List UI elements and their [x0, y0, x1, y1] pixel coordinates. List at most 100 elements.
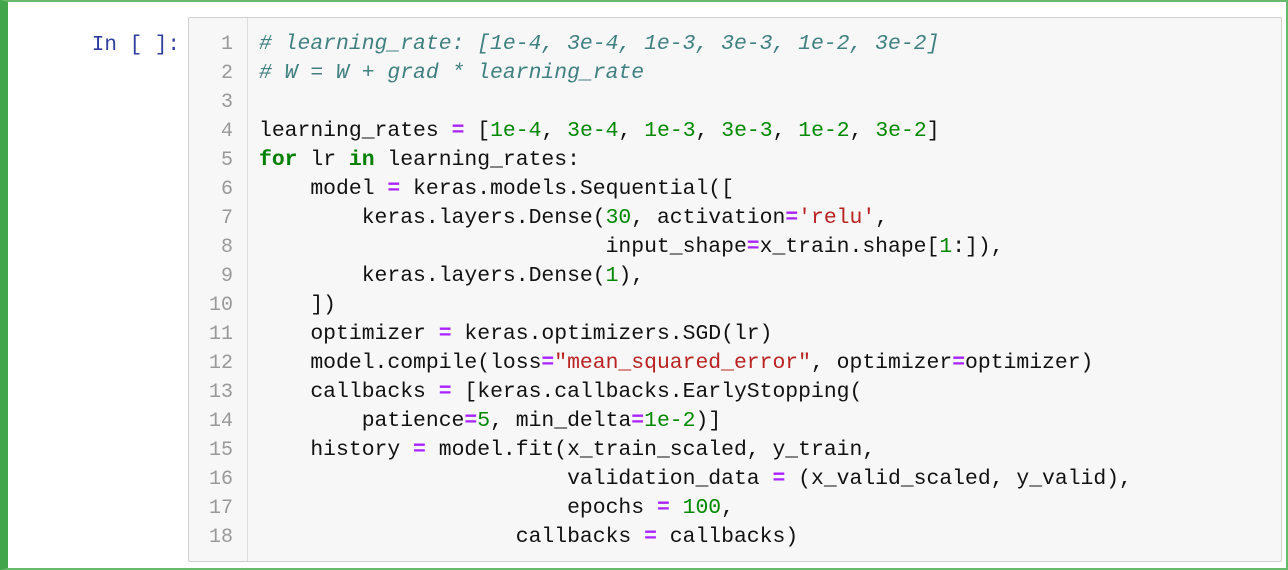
- code-token-plain: learning_rates: [259, 119, 452, 143]
- code-token-plain: :]),: [952, 235, 1004, 259]
- code-token-plain: keras.optimizers.SGD(lr): [451, 322, 773, 346]
- code-text[interactable]: # learning_rate: [1e-4, 3e-4, 1e-3, 3e-3…: [259, 30, 1281, 552]
- code-token-plain: keras.layers.Dense(: [259, 264, 606, 288]
- code-line[interactable]: callbacks = [keras.callbacks.EarlyStoppi…: [259, 378, 1281, 407]
- code-token-op: =: [451, 119, 465, 143]
- code-token-plain: , min_delta: [490, 409, 632, 433]
- code-token-plain: ,: [695, 119, 722, 143]
- code-line[interactable]: learning_rates = [1e-4, 3e-4, 1e-3, 3e-3…: [259, 117, 1281, 146]
- code-token-plain: ,: [849, 119, 876, 143]
- code-token-number: 1e-4: [490, 119, 542, 143]
- code-line[interactable]: for lr in learning_rates:: [259, 146, 1281, 175]
- code-token-op: =: [631, 409, 645, 433]
- code-token-op: =: [772, 467, 786, 491]
- code-token-plain: model.fit(x_train_scaled, y_train,: [425, 438, 876, 462]
- code-token-op: =: [644, 525, 657, 549]
- code-token-number: 3e-2: [875, 119, 927, 143]
- code-token-number: 1: [939, 235, 953, 259]
- code-token-string: "mean_squared_error": [554, 351, 811, 375]
- code-line[interactable]: callbacks = callbacks): [259, 523, 1281, 552]
- line-number: 8: [220, 236, 233, 259]
- code-line[interactable]: model = keras.models.Sequential([: [259, 175, 1281, 204]
- code-token-plain: callbacks: [259, 525, 645, 549]
- line-number: 7: [220, 207, 233, 230]
- code-token-op: =: [413, 438, 426, 462]
- code-token-plain: input_shape: [259, 235, 747, 259]
- code-line[interactable]: # W = W + grad * learning_rate: [259, 59, 1281, 88]
- code-token-plain: x_train.shape[: [759, 235, 940, 259]
- code-token-plain: , activation: [631, 206, 786, 230]
- code-token-plain: keras.models.Sequential([: [400, 177, 734, 201]
- line-number: 5: [220, 149, 233, 172]
- code-token-plain: (x_valid_scaled, y_valid),: [785, 467, 1132, 491]
- code-token-keyword: for: [259, 148, 298, 172]
- code-line[interactable]: keras.layers.Dense(30, activation='relu'…: [259, 204, 1281, 233]
- code-line[interactable]: patience=5, min_delta=1e-2)]: [259, 407, 1281, 436]
- line-number: 14: [208, 410, 233, 433]
- line-number: 18: [208, 526, 233, 549]
- code-token-plain: patience: [259, 409, 465, 433]
- code-token-plain: ,: [772, 119, 799, 143]
- code-token-number: 3e-3: [721, 119, 773, 143]
- code-token-plain: keras.layers.Dense(: [259, 206, 606, 230]
- code-token-plain: optimizer): [965, 351, 1094, 375]
- line-number-gutter: 1 2 3 4 5 6 7 8 9 10 11 12 13 14 15 16 17 18: [189, 18, 248, 561]
- code-token-number: 100: [682, 496, 722, 520]
- code-token-plain: validation_data: [259, 467, 773, 491]
- code-token-op: =: [438, 322, 452, 346]
- line-number: 12: [208, 352, 233, 375]
- line-number: 9: [220, 265, 233, 288]
- code-token-number: 1e-2: [798, 119, 850, 143]
- line-number: 6: [220, 178, 233, 201]
- line-number: 2: [220, 62, 233, 85]
- code-token-op: =: [785, 206, 799, 230]
- code-token-plain: ,: [541, 119, 568, 143]
- line-numbers: 1 2 3 4 5 6 7 8 9 10 11 12 13 14 15 16 17 18: [189, 30, 233, 552]
- code-token-plain: ,: [618, 119, 645, 143]
- code-token-plain: ,: [721, 496, 734, 520]
- code-cell[interactable]: In [ ]: 1 2 3 4 5 6 7 8 9 10 11 12 13 14 15 16 17 18 # le…: [0, 0, 1288, 570]
- code-token-op: =: [746, 235, 760, 259]
- code-token-plain: [: [464, 119, 491, 143]
- line-number: 3: [220, 91, 233, 114]
- code-line[interactable]: model.compile(loss="mean_squared_error",…: [259, 349, 1281, 378]
- code-token-plain: model.compile(loss: [259, 351, 542, 375]
- code-line[interactable]: optimizer = keras.optimizers.SGD(lr): [259, 320, 1281, 349]
- code-token-plain: lr: [297, 148, 349, 172]
- code-token-plain: callbacks: [259, 380, 439, 404]
- code-token-plain: , optimizer: [810, 351, 953, 375]
- code-token-plain: epochs: [259, 496, 657, 520]
- code-token-plain: ),: [618, 264, 645, 288]
- line-number: 16: [208, 468, 233, 491]
- code-token-comment: # learning_rate: [1e-4, 3e-4, 1e-3, 3e-3…: [259, 32, 940, 56]
- code-line[interactable]: # learning_rate: [1e-4, 3e-4, 1e-3, 3e-3…: [259, 30, 1281, 59]
- code-token-plain: ]: [926, 119, 940, 143]
- code-line[interactable]: ​: [259, 88, 1281, 117]
- line-number: 1: [220, 33, 233, 56]
- code-line[interactable]: validation_data = (x_valid_scaled, y_val…: [259, 465, 1281, 494]
- code-line[interactable]: ]): [259, 291, 1281, 320]
- code-token-plain: [keras.callbacks.EarlyStopping(: [451, 380, 863, 404]
- code-token-plain: callbacks): [656, 525, 799, 549]
- code-token-plain: ,: [875, 206, 889, 230]
- code-line[interactable]: keras.layers.Dense(1),: [259, 262, 1281, 291]
- code-token-comment: # W = W + grad * learning_rate: [259, 61, 645, 85]
- notebook-page: In [ ]: 1 2 3 4 5 6 7 8 9 10 11 12 13 14 15 16 17 18 # le…: [0, 0, 1288, 570]
- code-token-plain: )]: [695, 409, 722, 433]
- code-token-op: =: [387, 177, 401, 201]
- code-token-op: =: [464, 409, 478, 433]
- code-line[interactable]: epochs = 100,: [259, 494, 1281, 523]
- code-editor[interactable]: 1 2 3 4 5 6 7 8 9 10 11 12 13 14 15 16 17 18 # learning_r…: [188, 17, 1282, 562]
- code-line[interactable]: input_shape=x_train.shape[1:]),: [259, 233, 1281, 262]
- code-token-plain: learning_rates:: [374, 148, 580, 172]
- line-number: 15: [208, 439, 233, 462]
- line-number: 13: [208, 381, 233, 404]
- line-number: 11: [208, 323, 233, 346]
- code-token-number: 1e-2: [644, 409, 696, 433]
- input-prompt: In [ ]:: [91, 34, 180, 57]
- code-token-plain: history: [259, 438, 414, 462]
- code-token-number: 1: [605, 264, 619, 288]
- code-token-number: 3e-4: [567, 119, 619, 143]
- code-line[interactable]: history = model.fit(x_train_scaled, y_tr…: [259, 436, 1281, 465]
